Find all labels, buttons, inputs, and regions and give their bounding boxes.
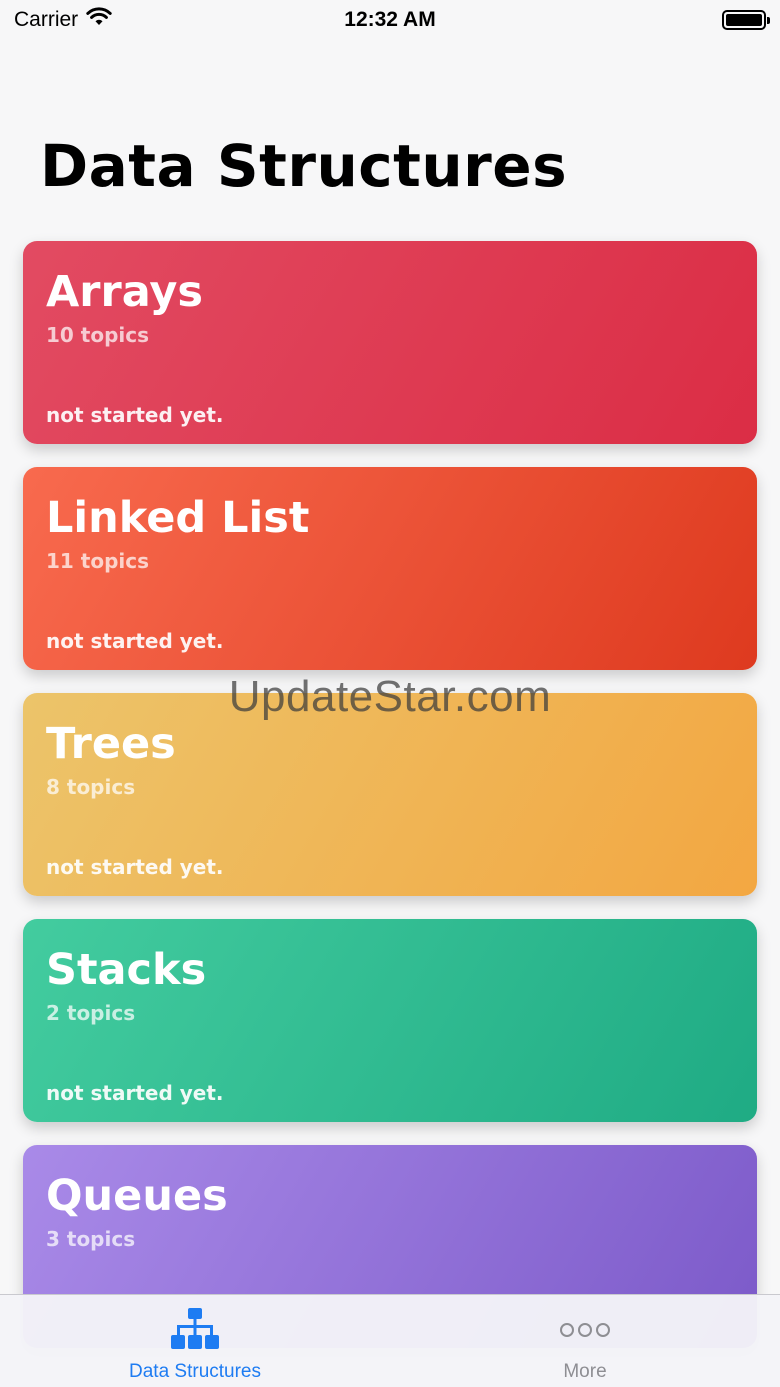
card-progress-status: not started yet. [46,403,224,427]
battery-icon [722,10,770,30]
card-progress-status: not started yet. [46,855,224,879]
tab-label: Data Structures [129,1361,261,1382]
card-topic-count: 2 topics [46,1001,136,1025]
card-title: Linked List [46,493,310,543]
card-title: Queues [46,1171,228,1221]
wifi-icon [86,7,112,33]
hierarchy-icon [171,1307,219,1353]
app-screen: Carrier 12:32 AM Data Structures Arrays … [0,0,780,1387]
card-title: Stacks [46,945,207,995]
tab-data-structures[interactable]: Data Structures [0,1295,390,1387]
tab-more[interactable]: More [390,1295,780,1387]
status-bar: Carrier 12:32 AM [0,0,780,40]
carrier-label: Carrier [14,8,79,31]
card-topic-count: 8 topics [46,775,136,799]
status-time: 12:32 AM [344,8,436,31]
data-structure-list: Arrays 10 topics not started yet. Linked… [23,241,757,1371]
card-title: Trees [46,719,176,769]
card-progress-status: not started yet. [46,629,224,653]
card-stacks[interactable]: Stacks 2 topics not started yet. [23,919,757,1122]
status-left: Carrier [14,7,112,33]
card-topic-count: 3 topics [46,1227,136,1251]
card-arrays[interactable]: Arrays 10 topics not started yet. [23,241,757,444]
card-progress-status: not started yet. [46,1081,224,1105]
battery-fill [726,14,762,26]
card-topic-count: 10 topics [46,323,150,347]
card-trees[interactable]: Trees 8 topics not started yet. [23,693,757,896]
tab-bar: Data Structures More [0,1294,780,1387]
card-title: Arrays [46,267,204,317]
more-dots-icon [560,1307,610,1353]
page-title: Data Structures [40,132,568,200]
card-linked-list[interactable]: Linked List 11 topics not started yet. [23,467,757,670]
tab-label: More [563,1361,607,1382]
card-topic-count: 11 topics [46,549,150,573]
